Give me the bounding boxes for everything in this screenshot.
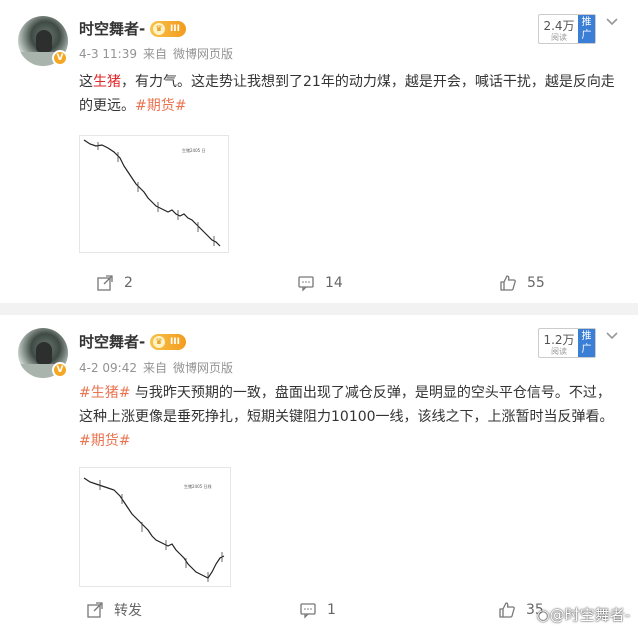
verified-badge-icon: V — [52, 362, 68, 378]
weibo-feed: V 时空舞者- ♛ III 4-3 11:39 来自 微博网页版 2.4万 阅读 推… — [0, 0, 638, 631]
repost-button[interactable]: 转发 — [86, 598, 142, 622]
chart-thumbnail: 生猪2405 日 — [83, 139, 221, 247]
view-count-label: 阅读 — [551, 33, 567, 42]
post-image[interactable]: 生猪2405 日线 — [79, 467, 231, 587]
post-actions: 2 14 55 — [0, 271, 638, 295]
repost-count: 转发 — [114, 603, 142, 619]
source-prefix: 来自 — [143, 361, 168, 375]
post-date[interactable]: 4-3 11:39 — [79, 47, 137, 61]
repost-count: 2 — [124, 275, 133, 291]
chevron-down-icon[interactable] — [604, 14, 620, 30]
post-meta: 4-3 11:39 来自 微博网页版 — [79, 45, 239, 62]
post-meta: 4-2 09:42 来自 微博网页版 — [79, 359, 239, 376]
username[interactable]: 时空舞者- — [79, 18, 145, 39]
post-source[interactable]: 微博网页版 — [173, 47, 233, 61]
post-date[interactable]: 4-2 09:42 — [79, 361, 137, 375]
comment-icon — [298, 276, 314, 292]
comment-button[interactable]: 1 — [299, 598, 336, 622]
like-button[interactable]: 55 — [499, 271, 545, 295]
view-count-box: 2.4万 阅读 推广 — [538, 14, 596, 44]
post-text: 这生猪，有力气。这走势让我想到了21年的动力煤，越是开会，喊话干扰，越是反向走的… — [79, 70, 619, 118]
watermark-text: @时空舞者- — [549, 606, 630, 624]
comment-count: 14 — [325, 275, 343, 291]
post-card: V 时空舞者- ♛ III 4-2 09:42 来自 微博网页版 1.2万 阅读 推… — [0, 315, 638, 631]
watermark: ◉@时空舞者- — [536, 604, 630, 625]
view-count-label: 阅读 — [551, 347, 567, 356]
repost-icon — [97, 275, 113, 291]
level-badge-text: III — [169, 24, 180, 34]
promote-button[interactable]: 推广 — [578, 329, 595, 357]
chart-label: 生猪2405 日 — [182, 147, 205, 153]
view-count-box: 1.2万 阅读 推广 — [538, 328, 596, 358]
like-icon — [500, 275, 516, 291]
comment-icon — [300, 603, 316, 619]
like-count: 55 — [527, 275, 545, 291]
repost-icon — [87, 602, 103, 618]
chart-thumbnail: 生猪2405 日线 — [83, 477, 225, 582]
username[interactable]: 时空舞者- — [79, 331, 145, 352]
post-text-part: 这 — [79, 74, 93, 90]
level-badge: ♛ III — [150, 334, 186, 350]
post-text-part: 与我昨天预期的一致，盘面出现了减仓反弹，是明显的空头平仓信号。不过，这种上涨更像… — [79, 385, 614, 425]
hashtag-link[interactable]: #生猪# — [79, 385, 130, 401]
repost-button[interactable]: 2 — [96, 271, 133, 295]
comment-count: 1 — [327, 602, 336, 618]
hashtag-link[interactable]: #期货# — [135, 98, 186, 114]
post-source[interactable]: 微博网页版 — [173, 361, 233, 375]
source-prefix: 来自 — [143, 47, 168, 61]
post-image[interactable]: 生猪2405 日 — [79, 135, 229, 253]
comment-button[interactable]: 14 — [297, 271, 343, 295]
like-icon — [499, 602, 515, 618]
level-badge: ♛ III — [150, 21, 186, 37]
chevron-down-icon[interactable] — [604, 328, 620, 344]
chart-label: 生猪2405 日线 — [184, 483, 211, 489]
weibo-logo-icon: ◉ — [536, 606, 550, 624]
level-badge-text: III — [169, 337, 180, 347]
verified-badge-icon: V — [52, 50, 68, 66]
promote-button[interactable]: 推广 — [578, 15, 595, 43]
post-card: V 时空舞者- ♛ III 4-3 11:39 来自 微博网页版 2.4万 阅读 推… — [0, 0, 638, 303]
crown-icon: ♛ — [153, 336, 165, 348]
post-text: #生猪# 与我昨天预期的一致，盘面出现了减仓反弹，是明显的空头平仓信号。不过，这… — [79, 381, 619, 453]
hashtag-link[interactable]: #期货# — [79, 433, 130, 449]
highlight-text: 生猪 — [93, 74, 121, 90]
crown-icon: ♛ — [153, 23, 165, 35]
